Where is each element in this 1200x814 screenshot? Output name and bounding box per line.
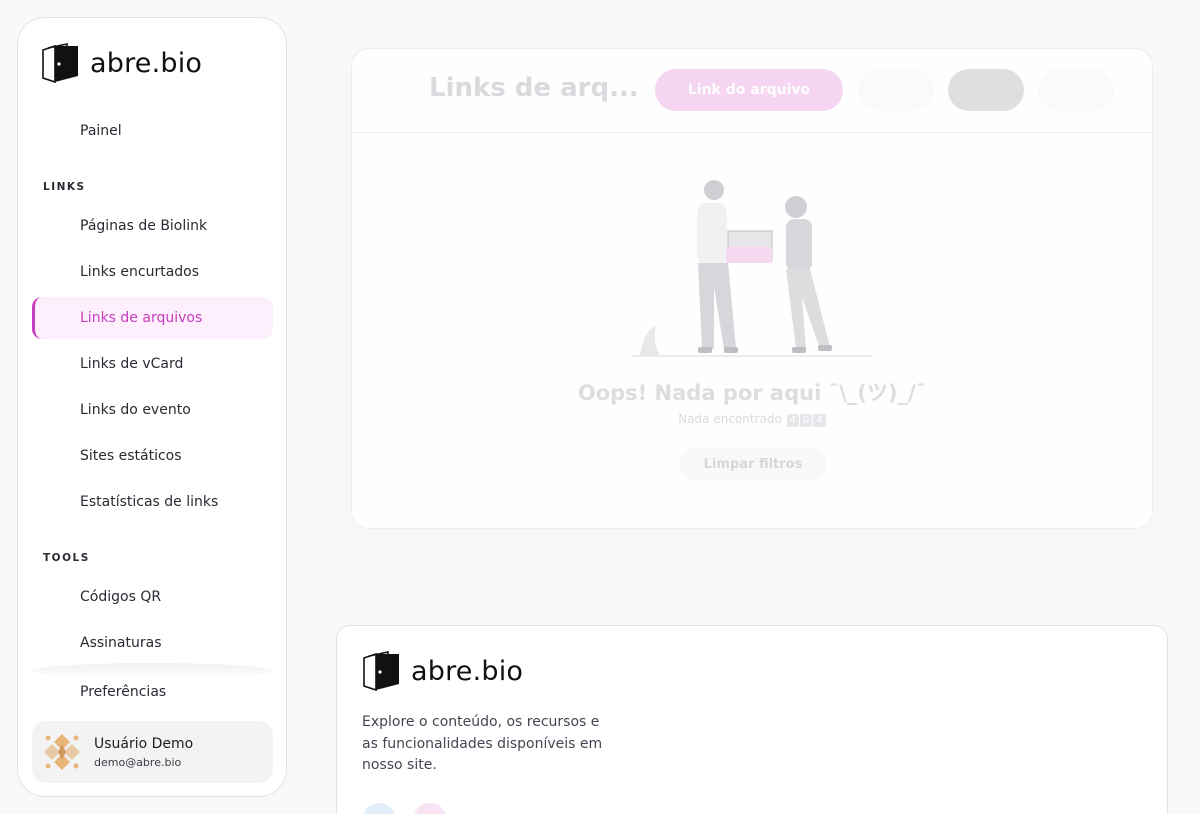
options-button[interactable]: [948, 69, 1024, 111]
sidebar-item-preferences[interactable]: Preferências: [32, 671, 273, 713]
page-title: Links de arq...: [429, 73, 639, 103]
empty-state-subtitle: Nada encontrado 404: [352, 412, 1152, 427]
empty-state-illustration: [632, 180, 872, 357]
error-code-digit: 0: [800, 414, 813, 427]
sidebar-item-vcard-links[interactable]: Links de vCard: [32, 343, 273, 385]
user-name: Usuário Demo: [94, 735, 194, 752]
footer-brand-logo[interactable]: abre.bio: [361, 650, 523, 692]
brand-logo[interactable]: abre.bio: [40, 42, 202, 84]
filter-button[interactable]: [858, 69, 934, 111]
sidebar-item-static-sites[interactable]: Sites estáticos: [32, 435, 273, 477]
user-profile-card[interactable]: Usuário Demo demo@abre.bio: [32, 721, 273, 783]
sidebar-item-biolink-pages[interactable]: Páginas de Biolink: [32, 205, 273, 247]
footer-description: Explore o conteúdo, os recursos e as fun…: [362, 714, 603, 773]
sidebar-item-signatures[interactable]: Assinaturas: [32, 622, 273, 664]
error-code-digit: 4: [786, 414, 800, 427]
clear-filters-button[interactable]: Limpar filtros: [679, 447, 827, 481]
sidebar-item-file-links[interactable]: Links de arquivos: [32, 297, 273, 339]
empty-state-title: Oops! Nada por aqui ¯\_(ツ)_/¯: [577, 381, 927, 405]
brand-name: abre.bio: [90, 47, 203, 79]
sidebar-item-event-links[interactable]: Links do evento: [32, 389, 273, 431]
social-link-icon[interactable]: [362, 803, 396, 814]
avatar: [42, 732, 82, 772]
create-file-link-button[interactable]: Link do arquivo: [655, 69, 843, 111]
user-info: Usuário Demo demo@abre.bio: [94, 736, 193, 769]
footer-brand-name: abre.bio: [411, 655, 524, 687]
file-links-panel: Links de arq... Link do arquivo Oops! Na…: [351, 48, 1153, 529]
section-heading-links: LINKS: [43, 181, 86, 193]
sidebar-item-painel[interactable]: Painel: [32, 110, 273, 152]
export-button[interactable]: [1038, 69, 1114, 111]
user-email: demo@abre.bio: [94, 755, 182, 769]
error-code-digit: 4: [813, 414, 826, 427]
sidebar: abre.bio Painel LINKS Páginas de Biolink…: [17, 17, 287, 797]
panel-header: Links de arq... Link do arquivo: [352, 49, 1152, 133]
sidebar-item-qr-codes[interactable]: Códigos QR: [32, 576, 273, 618]
empty-state-message: Nada encontrado: [678, 412, 782, 426]
section-heading-tools: TOOLS: [43, 552, 90, 564]
door-logo-icon: [42, 43, 78, 84]
sidebar-item-link-stats[interactable]: Estatísticas de links: [32, 481, 273, 523]
social-link-icon[interactable]: [413, 803, 447, 814]
footer: abre.bio Explore o conteúdo, os recursos…: [336, 625, 1168, 814]
door-logo-icon: [363, 651, 399, 692]
sidebar-item-short-links[interactable]: Links encurtados: [32, 251, 273, 293]
